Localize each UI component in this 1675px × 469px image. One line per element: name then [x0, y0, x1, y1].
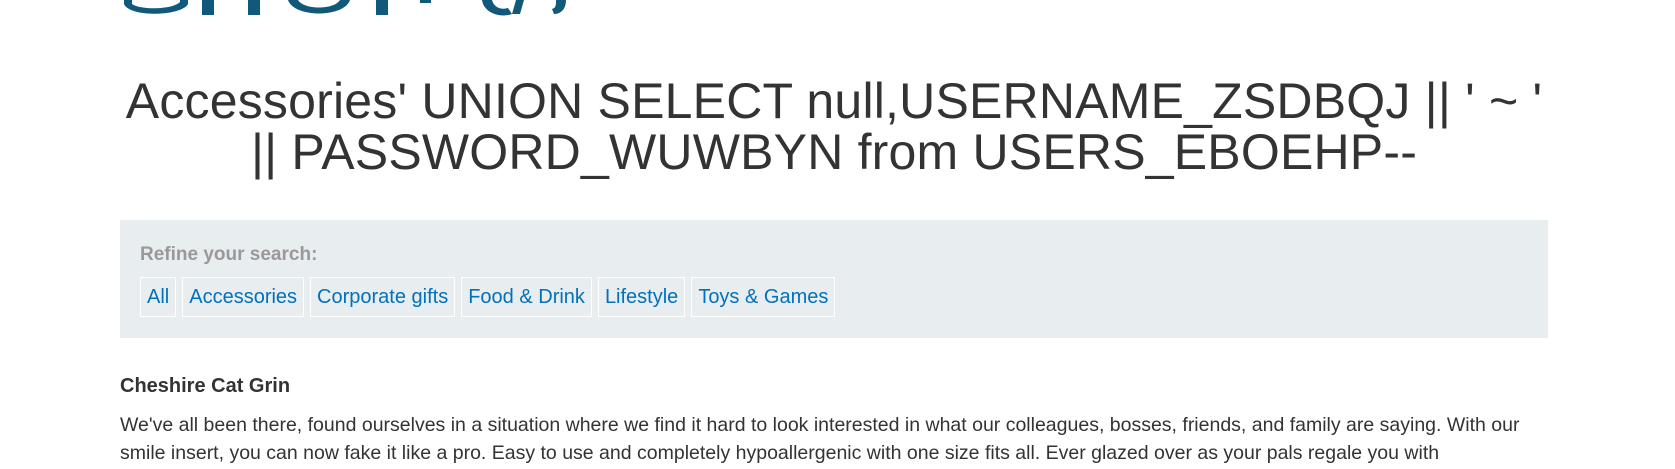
page-title: Accessories' UNION SELECT null,USERNAME_… — [125, 73, 1543, 180]
filter-link-toys-games[interactable]: Toys & Games — [691, 277, 836, 317]
product-description: We've all been there, found ourselves in… — [120, 414, 1520, 464]
filter-link-all[interactable]: All — [140, 277, 177, 317]
shop-logo-graphic — [124, 0, 566, 16]
filter-link-lifestyle[interactable]: Lifestyle — [597, 277, 686, 317]
filter-link-corporate-gifts[interactable]: Corporate gifts — [310, 277, 456, 317]
filter-link-accessories[interactable]: Accessories — [182, 277, 305, 317]
filter-link-food-drink[interactable]: Food & Drink — [461, 277, 592, 317]
filter-list: All Accessories Corporate gifts Food & D… — [140, 277, 1528, 317]
filter-panel: Refine your search: All Accessories Corp… — [120, 220, 1548, 338]
product-entry: Cheshire Cat Grin We've all been there, … — [120, 374, 1550, 467]
product-name: Cheshire Cat Grin — [120, 375, 291, 397]
shop-logo[interactable] — [120, 0, 570, 18]
filter-label: Refine your search: — [140, 244, 318, 265]
